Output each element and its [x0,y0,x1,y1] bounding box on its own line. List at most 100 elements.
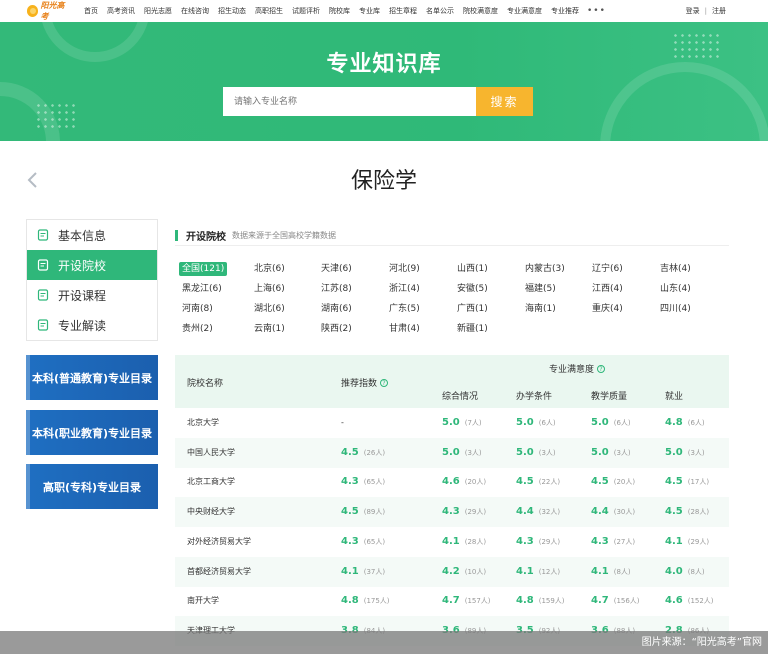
table-row[interactable]: 中国人民大学 4.5 (26人) 5.0 (3人) 5.0 (3人) 5.0 (3人) 5.0 (3… [175,437,729,468]
nav-item[interactable]: 院校满意度 [463,6,498,16]
satisfaction-count: (7人) [464,419,482,427]
school-name[interactable]: 对外经济贸易大学 [187,527,251,557]
satisfaction-score: 5.0 [591,417,609,428]
nav-item[interactable]: 专业推荐 [551,6,579,16]
satisfaction-cell: 4.3 (29人) [516,527,560,557]
col-satisfaction: 专业满意度? [549,362,606,375]
site-logo[interactable]: 阳光高考 [27,1,71,21]
satisfaction-cell: 5.0 (6人) [591,408,631,438]
school-name[interactable]: 北京工商大学 [187,467,235,497]
nav-item[interactable]: 名单公示 [426,6,454,16]
login-link[interactable]: 登录 [686,6,700,16]
satisfaction-count: (29人) [464,508,487,517]
region-filter-item[interactable]: 山西(1) [457,262,488,276]
satisfaction-count: (3人) [687,448,705,457]
region-filter-item[interactable]: 内蒙古(3) [525,262,565,276]
school-name[interactable]: 南开大学 [187,586,219,616]
col-employment: 就业 [665,392,684,402]
nav-item[interactable]: 专业满意度 [507,6,542,16]
region-filter-item[interactable]: 福建(5) [525,282,556,296]
recommend-index: 4.5 (26人) [341,438,385,468]
region-filter-item[interactable]: 吉林(4) [660,262,691,276]
nav-item[interactable]: 高考资讯 [107,6,135,16]
promo-higher-vocational[interactable]: 高职(专科)专业目录 [26,464,158,509]
satisfaction-score: 5.0 [665,446,683,458]
search-input[interactable] [223,87,476,116]
nav-item[interactable]: 高职招生 [255,6,283,16]
region-filter-item[interactable]: 天津(6) [321,262,352,276]
region-filter-item[interactable]: 甘肃(4) [389,322,420,336]
satisfaction-cell: 4.8 (159人) [516,586,565,616]
region-filter-item[interactable]: 贵州(2) [182,322,213,336]
region-filter-item[interactable]: 湖南(6) [321,302,352,316]
image-source-watermark: 图片来源：“阳光高考”官网 [0,631,768,654]
sidebar-item[interactable]: 开设课程 [27,280,157,310]
table-row[interactable]: 南开大学 4.8 (175人) 4.7 (157人) 4.8 (159人) 4.7 (156人)… [175,586,729,616]
sidebar-item-label: 专业解读 [58,318,107,333]
search-button[interactable]: 搜索 [476,87,533,116]
region-filter-item[interactable]: 河北(9) [389,262,420,276]
index-score: 4.1 [341,565,359,577]
region-filter-item[interactable]: 北京(6) [254,262,285,276]
region-filter-item[interactable]: 广东(5) [389,302,420,316]
school-name[interactable]: 中国人民大学 [187,438,235,468]
school-name[interactable]: 首都经济贸易大学 [187,557,251,587]
index-count: (89人) [363,508,386,517]
nav-item[interactable]: 招生章程 [389,6,417,16]
satisfaction-count: (3人) [538,448,556,457]
table-row[interactable]: 首都经济贸易大学 4.1 (37人) 4.2 (10人) 4.1 (12人) 4.1 (8人) 4… [175,556,729,587]
table-row[interactable]: 中央财经大学 4.5 (89人) 4.3 (29人) 4.4 (32人) 4.4 (30人) 4.… [175,497,729,528]
document-icon [37,229,49,241]
nav-item[interactable]: 招生动态 [218,6,246,16]
satisfaction-count: (156人) [613,597,640,606]
nav-item[interactable]: 院校库 [329,6,350,16]
help-icon[interactable]: ? [597,365,606,373]
satisfaction-score: 4.8 [516,595,534,607]
region-filter-item[interactable]: 浙江(4) [389,282,420,296]
region-filter-item[interactable]: 湖北(6) [254,302,285,316]
table-row[interactable]: 北京工商大学 4.3 (65人) 4.6 (20人) 4.5 (22人) 4.5 (20人) 4.… [175,467,729,497]
region-filter-item[interactable]: 辽宁(6) [592,262,623,276]
promo-undergrad-general[interactable]: 本科(普通教育)专业目录 [26,355,158,400]
table-row[interactable]: 对外经济贸易大学 4.3 (65人) 4.1 (28人) 4.3 (29人) 4.3 (27人)… [175,527,729,557]
sidebar-item[interactable]: 专业解读 [27,310,157,340]
table-row[interactable]: 北京大学 - 5.0 (7人) 5.0 (6人) 5.0 (6人) 4.8 (6人) [175,408,729,438]
satisfaction-cell: 5.0 (3人) [516,438,556,468]
satisfaction-cell: 4.8 (6人) [665,408,705,438]
satisfaction-count: (3人) [613,448,631,457]
region-filter-item[interactable]: 海南(1) [525,302,556,316]
region-filter-item[interactable]: 上海(6) [254,282,285,296]
region-filter-item[interactable]: 四川(4) [660,302,691,316]
region-filter-item[interactable]: 江西(4) [592,282,623,296]
region-filter-item[interactable]: 江苏(8) [321,282,352,296]
region-filter-item[interactable]: 全国(121) [179,262,228,276]
promo-undergrad-vocational[interactable]: 本科(职业教育)专业目录 [26,410,158,455]
sidebar-item[interactable]: 开设院校 [27,250,157,280]
sidebar-item[interactable]: 基本信息 [27,220,157,250]
nav-more-icon[interactable]: ••• [587,6,606,16]
nav-item[interactable]: 专业库 [359,6,380,16]
region-filter-item[interactable]: 安徽(5) [457,282,488,296]
satisfaction-count: (28人) [687,508,710,517]
nav-item[interactable]: 阳光志愿 [144,6,172,16]
region-filter-item[interactable]: 广西(1) [457,302,488,316]
region-filter-item[interactable]: 陕西(2) [321,322,352,336]
school-name[interactable]: 中央财经大学 [187,497,235,527]
region-filter-item[interactable]: 山东(4) [660,282,691,296]
satisfaction-count: (6人) [613,419,631,427]
nav-item[interactable]: 试题评析 [292,6,320,16]
region-filter-item[interactable]: 云南(1) [254,322,285,336]
banner-title: 专业知识库 [326,52,442,77]
region-filter-item[interactable]: 河南(8) [182,302,213,316]
region-filter-item[interactable]: 黑龙江(6) [182,282,222,296]
school-name[interactable]: 北京大学 [187,408,219,438]
register-link[interactable]: 注册 [712,6,726,16]
help-icon[interactable]: ? [380,379,389,387]
recommend-index: 4.5 (89人) [341,497,385,527]
region-filter-item[interactable]: 新疆(1) [457,322,488,336]
satisfaction-count: (29人) [687,537,710,546]
satisfaction-count: (8人) [613,567,631,576]
nav-item[interactable]: 首页 [84,6,98,16]
nav-item[interactable]: 在线咨询 [181,6,209,16]
region-filter-item[interactable]: 重庆(4) [592,302,623,316]
